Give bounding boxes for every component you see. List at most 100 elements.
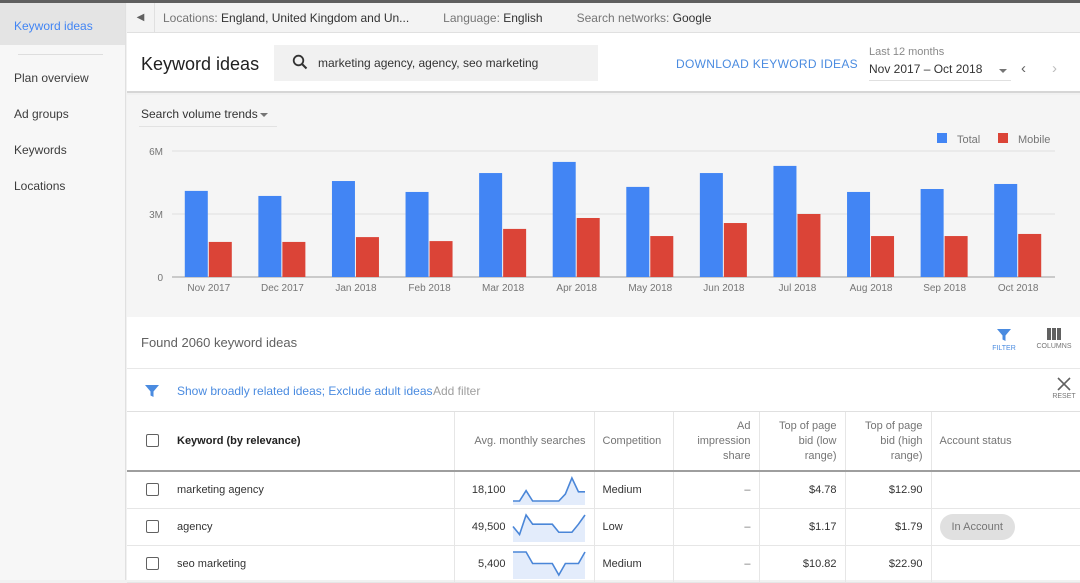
bar-total [626,186,650,277]
bar-mobile [355,237,379,277]
page-title: Keyword ideas [141,54,260,74]
bid-low-cell: $4.78 [759,471,846,509]
x-tick-label: Oct 2018 [998,283,1039,294]
x-tick-label: Apr 2018 [556,283,597,294]
filter-icon [997,329,1011,341]
bar-mobile [1018,233,1042,277]
impression-share-cell: – [673,471,760,509]
y-tick-label: 0 [157,273,163,284]
row-checkbox[interactable] [145,520,159,533]
language-setting[interactable]: Language: English [443,11,542,25]
columns-label: COLUMNS [1036,343,1072,350]
bar-total [331,181,355,277]
bid-high-cell: $12.90 [845,471,932,509]
add-filter-button[interactable]: Add filter [433,384,480,398]
active-filters-link[interactable]: Show broadly related ideas; Exclude adul… [177,384,433,398]
bid-low-cell: $1.17 [759,508,846,546]
next-range-button[interactable]: › [1052,60,1057,77]
column-header-competition[interactable]: Competition [594,412,674,472]
date-range-label: Last 12 months [869,46,945,58]
x-tick-label: Sep 2018 [923,283,966,294]
sidebar-item-locations[interactable]: Locations [0,175,125,211]
legend-swatch-total [937,133,947,143]
table-row: marketing agency 18,100 Medium – $4.78 $12.90 [127,471,1080,509]
bar-mobile [576,217,600,277]
bar-total [552,161,576,277]
locations-setting[interactable]: Locations: England, United Kingdom and U… [163,11,409,25]
reset-filters-button[interactable]: RESET [1049,377,1079,400]
x-tick-label: Feb 2018 [408,283,451,294]
legend-label-mobile: Mobile [1018,134,1050,146]
legend-label-total: Total [957,134,980,146]
results-count: Found 2060 keyword ideas [141,335,298,350]
column-header-account-status[interactable]: Account status [931,412,1080,472]
select-all-checkbox[interactable] [145,434,159,448]
avg-monthly-searches-cell: 49,500 [471,520,506,533]
trend-sparkline [511,512,586,542]
search-icon [292,54,308,73]
row-checkbox[interactable] [145,557,159,570]
page-header: Keyword ideas marketing agency, agency, … [127,33,1080,93]
download-keyword-ideas-button[interactable]: DOWNLOAD KEYWORD IDEAS [676,57,858,71]
sidebar-item-plan-overview[interactable]: Plan overview [0,67,125,103]
trend-sparkline [512,475,585,505]
competition-cell: Medium [594,471,674,509]
collapse-sidebar-button[interactable]: ◀ [127,2,155,33]
search-volume-chart-panel: Search volume trends 0 3M 6M Nov 2017 Dec 20… [127,95,1080,317]
networks-setting[interactable]: Search networks: Google [577,11,712,25]
x-tick-label: Nov 2017 [187,283,230,294]
sidebar-item-keywords[interactable]: Keywords [0,139,125,175]
account-status-cell [931,545,1080,583]
search-value: marketing agency, agency, seo marketing [318,56,539,70]
impression-share-cell: – [673,545,760,583]
columns-button[interactable]: COLUMNS [1034,327,1074,350]
bar-total [920,189,944,277]
y-tick-label: 3M [149,210,163,221]
avg-monthly-searches-cell: 5,400 [477,557,506,570]
bar-total [479,173,503,277]
column-header-avg-monthly-searches[interactable]: Avg. monthly searches [454,412,595,472]
bar-total [258,195,282,277]
account-status-cell [931,471,1080,509]
keyword-search-input[interactable]: marketing agency, agency, seo marketing [274,45,598,81]
table-header-row: Keyword (by relevance) Avg. monthly sear… [127,412,1080,472]
column-header-bid-high[interactable]: Top of page bid (high range) [845,412,932,472]
x-tick-label: Dec 2017 [261,283,304,294]
x-tick-label: May 2018 [628,283,672,294]
sidebar-item-keyword-ideas[interactable]: Keyword ideas [0,3,125,45]
table-row: seo marketing 5,400 Medium – $10.82 $22.90 [127,545,1080,583]
trend-sparkline [512,550,586,579]
bar-mobile [797,214,821,277]
in-account-badge: In Account [939,513,1015,540]
column-header-keyword[interactable]: Keyword (by relevance) [169,412,455,472]
sidebar-item-ad-groups[interactable]: Ad groups [0,103,125,139]
bar-mobile [871,236,895,277]
caret-left-icon: ◀ [136,12,145,23]
avg-monthly-searches-cell: 18,100 [471,483,506,496]
previous-range-button[interactable]: ‹ [1021,60,1026,77]
keyword-table: Keyword (by relevance) Avg. monthly sear… [127,412,1080,583]
impression-share-cell: – [673,508,760,546]
column-header-bid-low[interactable]: Top of page bid (low range) [759,412,846,472]
bar-total [699,173,723,277]
y-tick-label: 6M [149,147,163,158]
reset-label: RESET [1052,393,1076,400]
filter-icon [145,385,159,397]
account-status-cell: In Account [931,508,1080,546]
bar-total [405,191,429,277]
table-row: agency 49,500 Low – $1.17 $1.79 In Account [127,508,1080,546]
bar-total [773,165,797,277]
x-tick-label: Aug 2018 [850,283,893,294]
x-tick-label: Mar 2018 [482,283,525,294]
columns-icon [1047,328,1061,340]
competition-cell: Low [594,508,674,546]
bar-mobile [650,236,674,277]
bar-mobile [208,241,232,277]
filter-button[interactable]: FILTER [984,327,1024,352]
row-checkbox[interactable] [145,483,159,497]
bar-total [994,183,1018,277]
column-header-ad-impression-share[interactable]: Ad impression share [673,412,760,472]
date-range-select[interactable]: Nov 2017 – Oct 2018 [869,62,1011,81]
dropdown-caret-icon[interactable] [999,69,1007,73]
sidebar-divider [18,54,103,55]
